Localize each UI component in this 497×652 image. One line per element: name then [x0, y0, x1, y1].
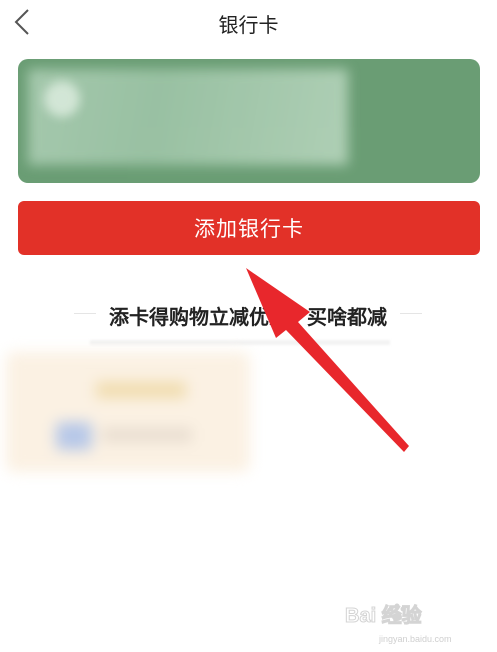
watermark-url: jingyan.baidu.com	[379, 634, 452, 644]
bank-logo-icon	[44, 81, 80, 117]
coupon-title-blur	[96, 382, 186, 398]
watermark-logo-text: Bai 经验	[345, 603, 422, 627]
bank-card-page: 银行卡 添加银行卡 添卡得购物立减优惠 买啥都减 Bai 经验 jingyan.b…	[0, 0, 497, 652]
add-bank-card-button[interactable]: 添加银行卡	[18, 201, 480, 255]
promo-text: 添卡得购物立减优惠	[109, 305, 289, 329]
promo-heading: 添卡得购物立减优惠 买啥都减	[96, 301, 400, 330]
card-blurred-info	[28, 69, 348, 165]
navigation-bar: 银行卡	[0, 0, 497, 46]
promo-subtext: 买啥都减	[307, 305, 387, 329]
bank-card[interactable]	[18, 59, 480, 183]
baidu-paw-logo-icon: Bai 经验	[345, 603, 422, 628]
divider-left	[74, 313, 96, 314]
promo-underline	[90, 340, 390, 345]
baidu-jingyan-watermark: Bai 经验 jingyan.baidu.com	[345, 598, 485, 645]
coupon-icon	[56, 422, 92, 450]
coupon-card[interactable]	[6, 352, 250, 472]
coupon-text-blur	[102, 428, 192, 442]
page-title: 银行卡	[218, 13, 279, 37]
divider-right	[400, 313, 422, 314]
